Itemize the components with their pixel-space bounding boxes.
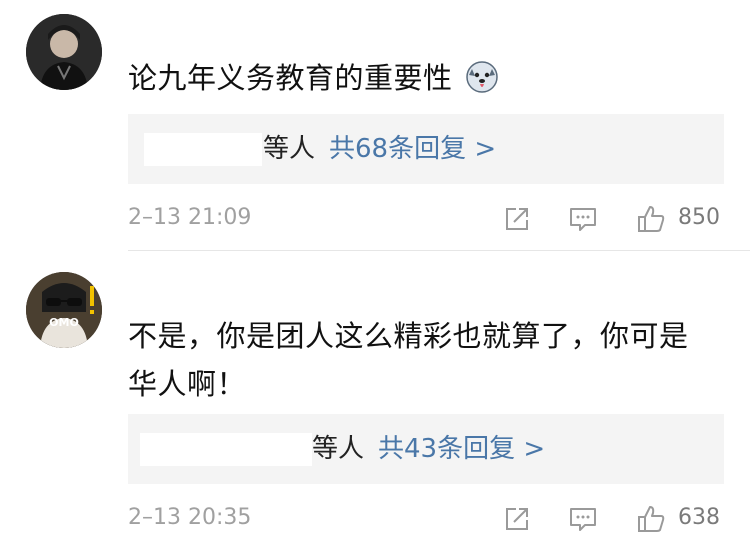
- reply-others-label: 等人: [312, 434, 365, 464]
- reply-line: 等人 共43条回复 >: [312, 414, 545, 484]
- comment-meta: 2–13 20:35 638: [0, 498, 750, 538]
- user-avatar-image: [26, 14, 102, 90]
- redacted-usernames: [144, 133, 262, 166]
- share-icon[interactable]: [502, 204, 532, 234]
- reply-others-label: 等人: [263, 134, 316, 164]
- avatar[interactable]: OMO: [26, 272, 102, 348]
- comment-2: OMO 不是，你是团人这么精彩也就算了，你可是 华人啊！ 等人 共43条回复 > …: [0, 252, 750, 548]
- avatar[interactable]: [26, 14, 102, 90]
- comment-text: 不是，你是团人这么精彩也就算了，你可是 华人啊！: [128, 312, 718, 408]
- comment-text-body: 论九年义务教育的重要性: [128, 61, 453, 95]
- like-icon[interactable]: [636, 204, 666, 234]
- like-count: 638: [678, 505, 720, 530]
- redacted-usernames: [140, 433, 312, 466]
- reply-summary[interactable]: 等人 共68条回复 >: [128, 114, 724, 184]
- comment-text-line-2: 华人啊！: [128, 367, 247, 401]
- user-avatar-image: [26, 272, 102, 348]
- husky-emoji-icon: [466, 61, 498, 93]
- like-count: 850: [678, 205, 720, 230]
- avatar-badge-text: OMO: [49, 316, 79, 329]
- view-replies-link[interactable]: 共43条回复 >: [378, 434, 545, 464]
- comment-icon[interactable]: [568, 504, 598, 534]
- like-icon[interactable]: [636, 504, 666, 534]
- view-replies-link[interactable]: 共68条回复 >: [329, 134, 496, 164]
- comment-1: 论九年义务教育的重要性 等人 共68条回复 > 2–13 21:09 850: [0, 0, 750, 252]
- timestamp: 2–13 21:09: [128, 205, 252, 230]
- comment-icon[interactable]: [568, 204, 598, 234]
- comment-text-line-1: 不是，你是团人这么精彩也就算了，你可是: [128, 319, 689, 353]
- divider: [128, 250, 750, 251]
- reply-summary[interactable]: 等人 共43条回复 >: [128, 414, 724, 484]
- comment-meta: 2–13 21:09 850: [0, 198, 750, 238]
- share-icon[interactable]: [502, 504, 532, 534]
- reply-line: 等人 共68条回复 >: [263, 114, 496, 184]
- comment-text: 论九年义务教育的重要性: [128, 54, 718, 102]
- timestamp: 2–13 20:35: [128, 505, 252, 530]
